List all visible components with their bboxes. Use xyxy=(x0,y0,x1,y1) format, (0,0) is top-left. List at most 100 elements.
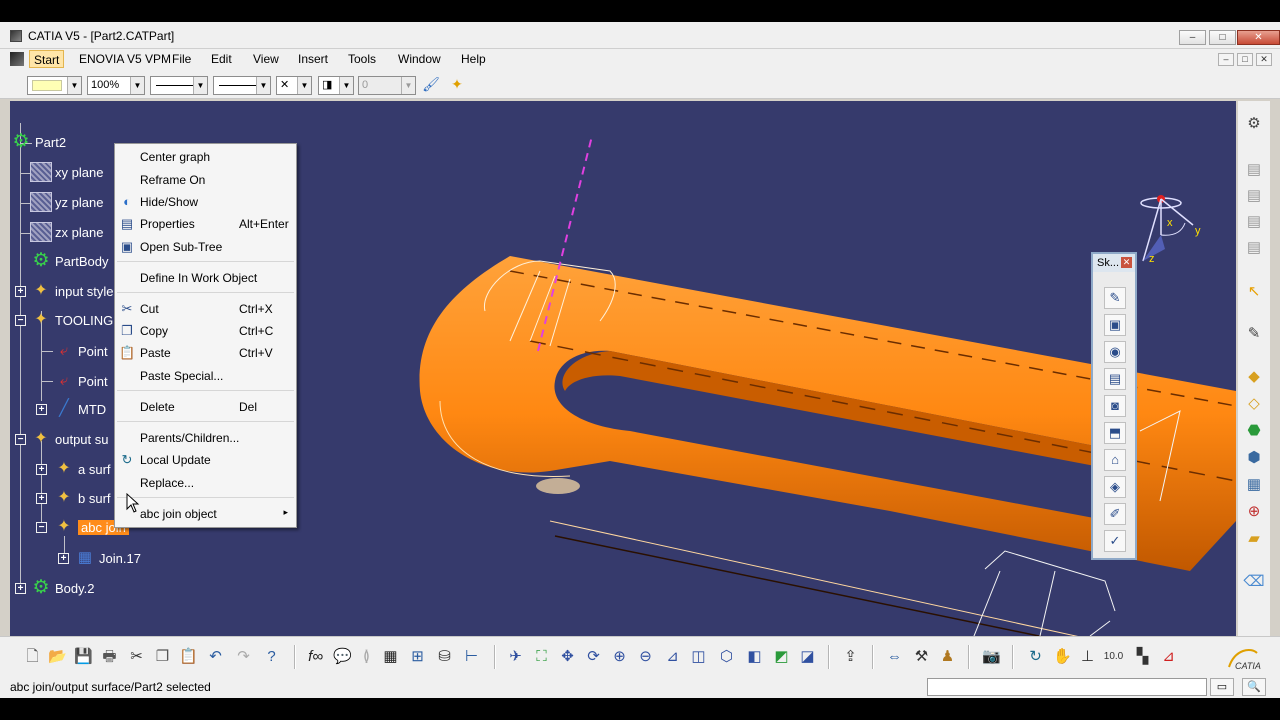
expand-icon[interactable]: + xyxy=(15,286,26,297)
hand-icon[interactable]: ✋ xyxy=(1052,646,1073,667)
slot-icon[interactable]: ▰ xyxy=(1243,528,1265,550)
menu-item-reframe-on[interactable]: Reframe On xyxy=(115,169,296,191)
menu-item-properties[interactable]: ▤ Properties Alt+Enter xyxy=(115,213,296,235)
select-cursor-icon[interactable]: ↖ xyxy=(1243,281,1265,303)
point-symbol-combo[interactable]: ✕ ▼ xyxy=(276,76,312,95)
tree-node-yz-plane[interactable]: yz plane xyxy=(30,191,103,213)
rotate-icon[interactable]: ⟳ xyxy=(583,646,604,667)
line-type-combo[interactable]: ▼ xyxy=(213,76,271,95)
catalog-icon[interactable]: ▤ xyxy=(1243,237,1265,259)
menu-item-abc-join-object[interactable]: abc join object ▸ xyxy=(115,503,296,525)
tree-node-tooling[interactable]: ✦ TOOLING xyxy=(30,309,113,331)
menu-item-delete[interactable]: Delete Del xyxy=(115,396,296,418)
knowledge-advisor-icon[interactable]: 💬 xyxy=(332,646,353,667)
plane-system-icon[interactable]: ◙ xyxy=(1104,395,1126,417)
pocket-icon[interactable]: ◇ xyxy=(1243,393,1265,415)
workbench-gear-icon[interactable]: ⚙ xyxy=(1243,113,1265,135)
print-icon[interactable]: 🖶 xyxy=(99,646,120,667)
tree-structure-icon[interactable]: ⊞ xyxy=(407,646,428,667)
menu-file[interactable]: File xyxy=(172,52,191,66)
multi-view-icon[interactable]: ◫ xyxy=(688,646,709,667)
apply-material-icon[interactable]: ♟ xyxy=(937,646,958,667)
formula-icon[interactable]: f∞ xyxy=(305,646,326,667)
power-input-field[interactable] xyxy=(927,678,1207,696)
fit-all-icon[interactable]: ⛶ xyxy=(531,646,552,667)
tree-node-body2[interactable]: ⚙ Body.2 xyxy=(30,577,94,599)
normal-view-icon[interactable]: ⊿ xyxy=(662,646,683,667)
compass[interactable]: x y z xyxy=(1135,185,1215,275)
pad-icon[interactable]: ◆ xyxy=(1243,366,1265,388)
menu-item-replace[interactable]: Replace... xyxy=(115,472,296,494)
catalog-icon[interactable]: ▤ xyxy=(1243,159,1265,181)
menu-item-cut[interactable]: ✂ Cut Ctrl+X xyxy=(115,298,296,320)
copy-icon[interactable]: ❐ xyxy=(152,646,173,667)
output-feature-icon[interactable]: ◉ xyxy=(1104,341,1126,363)
capture-camera-icon[interactable]: 📷 xyxy=(981,646,1002,667)
sketch-solving-icon[interactable]: ⌂ xyxy=(1104,449,1126,471)
menu-insert[interactable]: Insert xyxy=(298,52,328,66)
catalog-browser-icon[interactable]: ⛁ xyxy=(434,646,455,667)
graphic-properties-icon[interactable]: ✦ xyxy=(447,74,467,94)
tree-node-a-surf[interactable]: ✦ a surf xyxy=(53,458,110,480)
measure-tool-icon[interactable]: ⊿ xyxy=(1158,646,1179,667)
tree-node-part2[interactable]: ⚙ Part2 xyxy=(10,131,66,153)
tree-node-b-surf[interactable]: ✦ b surf xyxy=(53,487,110,509)
iso-view-icon[interactable]: ⬡ xyxy=(716,646,737,667)
menu-item-local-update[interactable]: ↻ Local Update xyxy=(115,449,296,471)
line-thickness-combo[interactable]: ▼ xyxy=(150,76,208,95)
document-icon[interactable] xyxy=(10,52,24,66)
menu-help[interactable]: Help xyxy=(461,52,486,66)
undo-icon[interactable]: ↶ xyxy=(205,646,226,667)
menu-item-hide-show[interactable]: ◐ Hide/Show xyxy=(115,191,296,213)
paste-icon[interactable]: 📋 xyxy=(178,646,199,667)
menu-edit[interactable]: Edit xyxy=(211,52,232,66)
tree-node-partbody[interactable]: ⚙ PartBody xyxy=(30,250,108,272)
zoom-out-icon[interactable]: ⊖ xyxy=(635,646,656,667)
power-input-options-button[interactable]: ▭ xyxy=(1210,678,1234,696)
tree-node-zx-plane[interactable]: zx plane xyxy=(30,221,103,243)
shaft-icon[interactable]: ⬣ xyxy=(1243,420,1265,442)
layer-combo[interactable]: 0 ▼ xyxy=(358,76,416,95)
design-table-icon[interactable]: ▦ xyxy=(380,646,401,667)
whats-this-icon[interactable]: ? xyxy=(261,646,282,667)
menu-item-copy[interactable]: ❐ Copy Ctrl+C xyxy=(115,320,296,342)
snap-icon[interactable]: ⚒ xyxy=(911,646,932,667)
rendering-style-combo[interactable]: ◨ ▼ xyxy=(318,76,354,95)
sketch-icon[interactable]: ✎ xyxy=(1104,287,1126,309)
profile-feature-icon[interactable]: ▤ xyxy=(1104,368,1126,390)
rib-icon[interactable]: ⊕ xyxy=(1243,501,1265,523)
pan-icon[interactable]: ✥ xyxy=(557,646,578,667)
menu-item-open-subtree[interactable]: ▣ Open Sub-Tree xyxy=(115,236,296,258)
cut-icon[interactable]: ✂ xyxy=(126,646,147,667)
menu-enovia[interactable]: ENOVIA V5 VPM xyxy=(79,52,171,66)
sketch-toolbar-close-button[interactable]: ✕ xyxy=(1121,257,1132,268)
tree-node-mtd[interactable]: ╱ MTD xyxy=(53,398,106,420)
expand-icon[interactable]: + xyxy=(15,583,26,594)
menu-item-center-graph[interactable]: Center graph xyxy=(115,146,296,168)
collapse-icon[interactable]: − xyxy=(15,434,26,445)
transparency-combo[interactable]: 100% ▼ xyxy=(87,76,145,95)
axis-system-icon[interactable]: ⇔ xyxy=(884,646,905,667)
measure-icon[interactable]: ⊢ xyxy=(461,646,482,667)
menu-window[interactable]: Window xyxy=(398,52,441,66)
maximize-button[interactable]: □ xyxy=(1209,30,1236,45)
tree-node-point-2[interactable]: ⤶ Point xyxy=(53,370,108,392)
menu-view[interactable]: View xyxy=(253,52,279,66)
catalog-icon[interactable]: ▤ xyxy=(1243,211,1265,233)
edit-sketch-icon[interactable]: ✐ xyxy=(1104,503,1126,525)
catalog-icon[interactable]: ▤ xyxy=(1243,185,1265,207)
color-combo[interactable]: ▼ xyxy=(27,76,82,95)
sketch-analysis-icon[interactable]: ⬒ xyxy=(1104,422,1126,444)
swap-space-icon[interactable]: ◪ xyxy=(797,646,818,667)
tree-node-output-surface[interactable]: ✦ output su xyxy=(30,428,108,450)
check-sketch-icon[interactable]: ✓ xyxy=(1104,530,1126,552)
format-painter-icon[interactable]: 🖌 xyxy=(421,74,441,94)
menu-item-define-in-work-object[interactable]: Define In Work Object xyxy=(115,267,296,289)
save-icon[interactable]: 💾 xyxy=(73,646,94,667)
groove-icon[interactable]: ⬢ xyxy=(1243,447,1265,469)
power-input-search-icon[interactable]: 🔍 xyxy=(1242,678,1266,696)
close-button[interactable]: ✕ xyxy=(1237,30,1280,45)
shading-icon[interactable]: ◧ xyxy=(744,646,765,667)
tree-node-input-style[interactable]: ✦ input style xyxy=(30,280,113,302)
expand-icon[interactable]: + xyxy=(36,493,47,504)
